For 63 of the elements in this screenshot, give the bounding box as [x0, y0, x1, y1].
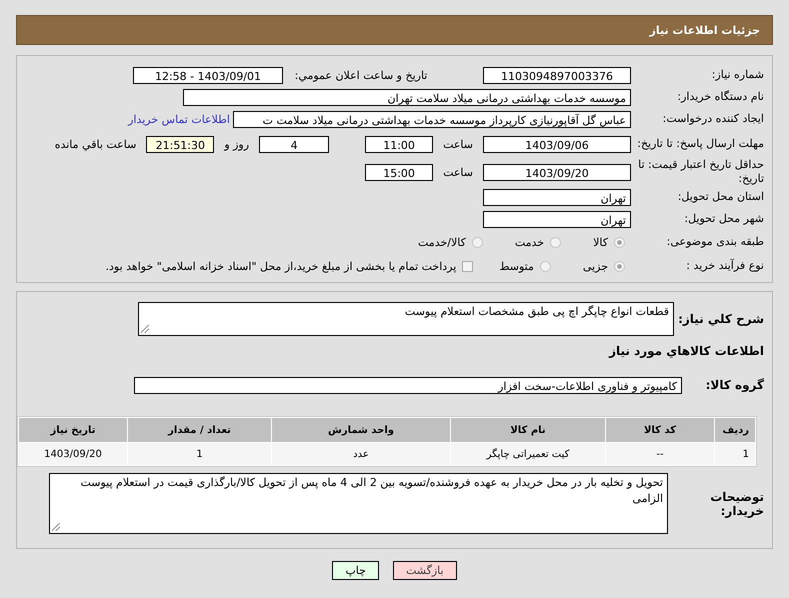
table-cell: کیت تعمیراتی چاپگر: [451, 443, 605, 465]
radio-button[interactable]: [540, 260, 551, 272]
buyer-contact-link[interactable]: اطلاعات تماس خریدار: [128, 112, 230, 126]
field-label: طبقه بندی موضوعی:: [666, 235, 765, 249]
field-label: تاریخ و ساعت اعلان عمومي:: [294, 68, 428, 82]
radio-label: جزیی: [582, 260, 608, 272]
field-label: شماره نیاز:: [710, 68, 765, 82]
table-cell: عدد: [272, 443, 450, 465]
field-label: ساعت: [443, 138, 473, 150]
back-button[interactable]: بازگشت: [392, 561, 457, 580]
buyer-notes-textarea[interactable]: تحویل و تخلیه بار در محل خریدار به عهده فروشنده/تسویه بین 2 الی 4 ماه پس از تحویل کالا/بارگذاری قیمت در استعلام پیوست الزامی: [49, 473, 668, 534]
table-cell: 1: [715, 443, 755, 465]
field-label: ساعت: [443, 166, 473, 178]
page-title: جزئیات اطلاعات نیاز: [650, 24, 760, 36]
column-header: نام کالا: [451, 418, 605, 442]
table-cell: 1: [128, 443, 271, 465]
column-header: واحد شمارش: [272, 418, 450, 442]
goods-group-field: کامپیوتر و فناوری اطلاعات-سخت افزار: [134, 376, 682, 394]
checkbox[interactable]: [462, 260, 474, 272]
remaining-time-field: 21:51:30: [146, 136, 214, 152]
field-label: استان محل تحویل:: [676, 190, 765, 204]
radio-label: کالا/خدمت: [418, 236, 466, 248]
radio-button[interactable]: [472, 236, 483, 248]
field-label: مهلت ارسال پاسخ: تا تاریخ:: [636, 137, 765, 151]
radio-label: خدمت: [514, 236, 544, 248]
radio-button[interactable]: [550, 236, 562, 248]
column-header: رديف: [715, 418, 755, 442]
buyer-name-field: موسسه خدمات بهداشتی درمانی میلاد سلامت تهران: [183, 88, 631, 106]
checkbox-label: پرداخت تمام یا بخشی از مبلغ خرید،از محل "اسناد خزانه اسلامی" خواهد بود.: [106, 260, 456, 272]
section-heading: اطلاعات كالاهاي مورد نياز: [608, 343, 765, 358]
resize-grip-icon: [141, 325, 149, 333]
days-field: 4: [259, 136, 330, 152]
deadline-time-field: 11:00: [365, 136, 434, 152]
field-label: گروه کالا:: [704, 378, 765, 392]
print-button[interactable]: چاپ: [332, 561, 379, 580]
validity-time-field: 15:00: [365, 164, 434, 180]
need-number-field: 1103094897003376: [483, 66, 631, 84]
field-label: روز و: [224, 138, 250, 150]
column-header: تعداد / مقدار: [128, 418, 271, 442]
field-label: شرح كلي نياز:: [677, 312, 765, 326]
field-label: حداقل تاریخ اعتبار قیمت: تا تاریخ:: [637, 158, 765, 186]
city-field: تهران: [483, 210, 631, 228]
radio-button[interactable]: [614, 236, 625, 248]
field-label: نوع فرآیند خرید :: [685, 259, 765, 273]
province-field: تهران: [483, 188, 631, 206]
table-cell: --: [606, 443, 714, 465]
radio-button[interactable]: [614, 260, 625, 272]
radio-label: متوسط: [499, 260, 534, 272]
field-label: نام دستگاه خریدار:: [676, 90, 765, 104]
announce-date-field: 1403/09/01 - 12:58: [133, 66, 283, 84]
field-label: شهر محل تحویل:: [683, 212, 765, 226]
table-cell: 1403/09/20: [19, 443, 127, 465]
description-textarea[interactable]: قطعات انواع چاپگر اچ پی طبق مشخصات استعلام پیوست: [138, 302, 674, 336]
field-label: توضیحات خریدار:: [709, 490, 765, 518]
field-label: ساعت باقي مانده: [54, 138, 136, 150]
column-header: کد کالا: [606, 418, 714, 442]
column-header: تاریخ نیاز: [19, 418, 127, 442]
resize-grip-icon: [52, 523, 60, 531]
requester-field: عباس گل آقاپورنیازی کارپرداز موسسه خدمات بهداشتی درمانی میلاد سلامت ت: [233, 110, 631, 128]
validity-date-field: 1403/09/20: [483, 164, 631, 180]
deadline-date-field: 1403/09/06: [483, 136, 631, 152]
field-label: ایجاد کننده درخواست:: [662, 112, 765, 126]
radio-label: کالا: [593, 236, 608, 248]
